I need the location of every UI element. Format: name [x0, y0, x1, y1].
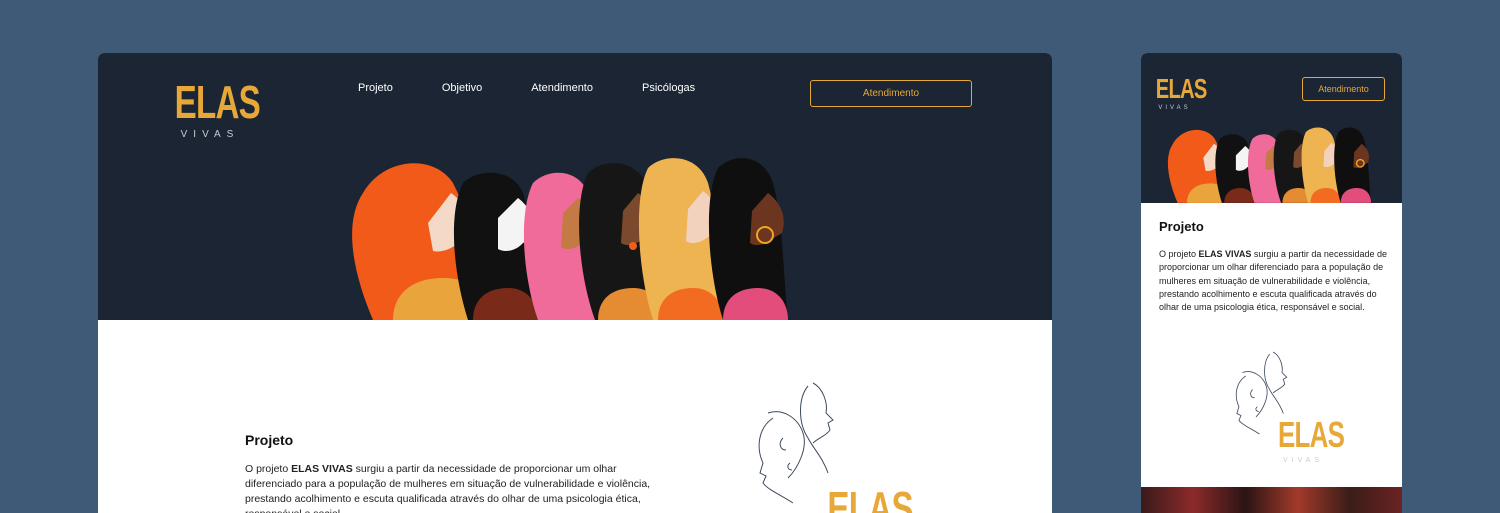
section-text: O projeto ELAS VIVAS surgiu a partir da …: [245, 462, 660, 513]
nav-item-psicologas[interactable]: Psicólogas: [642, 82, 695, 94]
atendimento-button[interactable]: Atendimento: [810, 80, 972, 107]
mobile-women-profiles-illustration: [1167, 127, 1372, 203]
brand-logo[interactable]: ELAS VIVAS: [162, 76, 261, 140]
text-lead: O projeto: [245, 463, 292, 475]
mobile-logo-wordmark: ELAS: [1155, 73, 1208, 104]
content-brand-logo: ELAS: [812, 485, 922, 513]
section-title: Projeto: [245, 432, 294, 448]
mobile-section-text: O projeto ELAS VIVAS surgiu a partir da …: [1159, 248, 1387, 314]
mobile-text-strong: ELAS VIVAS: [1198, 249, 1252, 259]
nav-item-objetivo[interactable]: Objetivo: [442, 82, 482, 94]
mobile-hero-section: ELAS VIVAS Atendimento: [1141, 53, 1402, 203]
desktop-preview: ELAS VIVAS Projeto Objetivo Atendimento …: [98, 53, 1052, 513]
mobile-preview: ELAS VIVAS Atendimento Projeto O projeto: [1141, 53, 1402, 513]
mobile-atendimento-button[interactable]: Atendimento: [1302, 77, 1385, 101]
mobile-section-title: Projeto: [1159, 219, 1204, 234]
mobile-text-lead: O projeto: [1159, 249, 1199, 259]
nav-item-projeto[interactable]: Projeto: [358, 82, 393, 94]
main-nav: Projeto Objetivo Atendimento Psicólogas: [358, 82, 744, 94]
logo-tagline: VIVAS: [180, 129, 240, 140]
women-profiles-illustration: [352, 158, 788, 320]
mobile-brand-logo[interactable]: ELAS VIVAS: [1149, 73, 1208, 112]
content-logo-wordmark: ELAS: [827, 482, 913, 513]
nav-item-atendimento[interactable]: Atendimento: [531, 82, 593, 94]
photo-strip-image: [1141, 487, 1402, 513]
mobile-content-logo-wordmark: ELAS: [1277, 414, 1345, 455]
hero-section: ELAS VIVAS Projeto Objetivo Atendimento …: [98, 53, 1052, 320]
logo-wordmark: ELAS: [174, 76, 261, 128]
text-strong: ELAS VIVAS: [291, 463, 353, 475]
mobile-content-brand-logo: ELAS VIVAS: [1269, 414, 1345, 465]
mobile-content-logo-tagline: VIVAS: [1282, 457, 1324, 464]
mobile-logo-tagline: VIVAS: [1158, 105, 1191, 111]
